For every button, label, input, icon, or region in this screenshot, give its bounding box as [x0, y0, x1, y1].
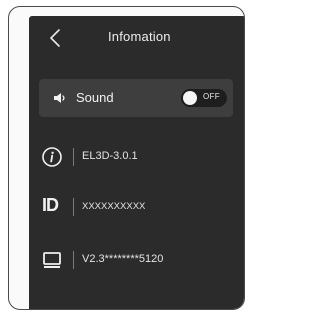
row-divider	[73, 148, 74, 166]
device-id-row: ID XXXXXXXXXX	[29, 194, 244, 220]
header: Infomation	[29, 16, 244, 60]
row-divider	[73, 198, 74, 216]
toggle-knob	[183, 91, 197, 105]
speaker-icon	[54, 93, 65, 103]
id-icon: ID	[42, 195, 59, 215]
row-divider	[73, 251, 74, 269]
toggle-state: OFF	[203, 92, 220, 101]
device-frame: Infomation Sound OFF EL3D-3.0.1 ID XXXXX…	[8, 6, 245, 310]
page-title: Infomation	[108, 29, 171, 44]
sound-label: Sound	[76, 90, 114, 105]
firmware-version: EL3D-3.0.1	[82, 150, 138, 162]
hardware-version: V2.3********5120	[82, 253, 164, 265]
firmware-row: EL3D-3.0.1	[29, 144, 244, 170]
back-button[interactable]	[45, 26, 67, 50]
info-icon	[42, 147, 62, 167]
hardware-row: V2.3********5120	[29, 247, 244, 273]
display-icon	[43, 252, 61, 268]
device-id: XXXXXXXXXX	[82, 201, 146, 212]
sound-toggle[interactable]: OFF	[181, 89, 227, 107]
chevron-left-icon	[50, 29, 60, 47]
sound-setting: Sound OFF	[39, 79, 233, 117]
info-screen: Infomation Sound OFF EL3D-3.0.1 ID XXXXX…	[29, 16, 244, 309]
